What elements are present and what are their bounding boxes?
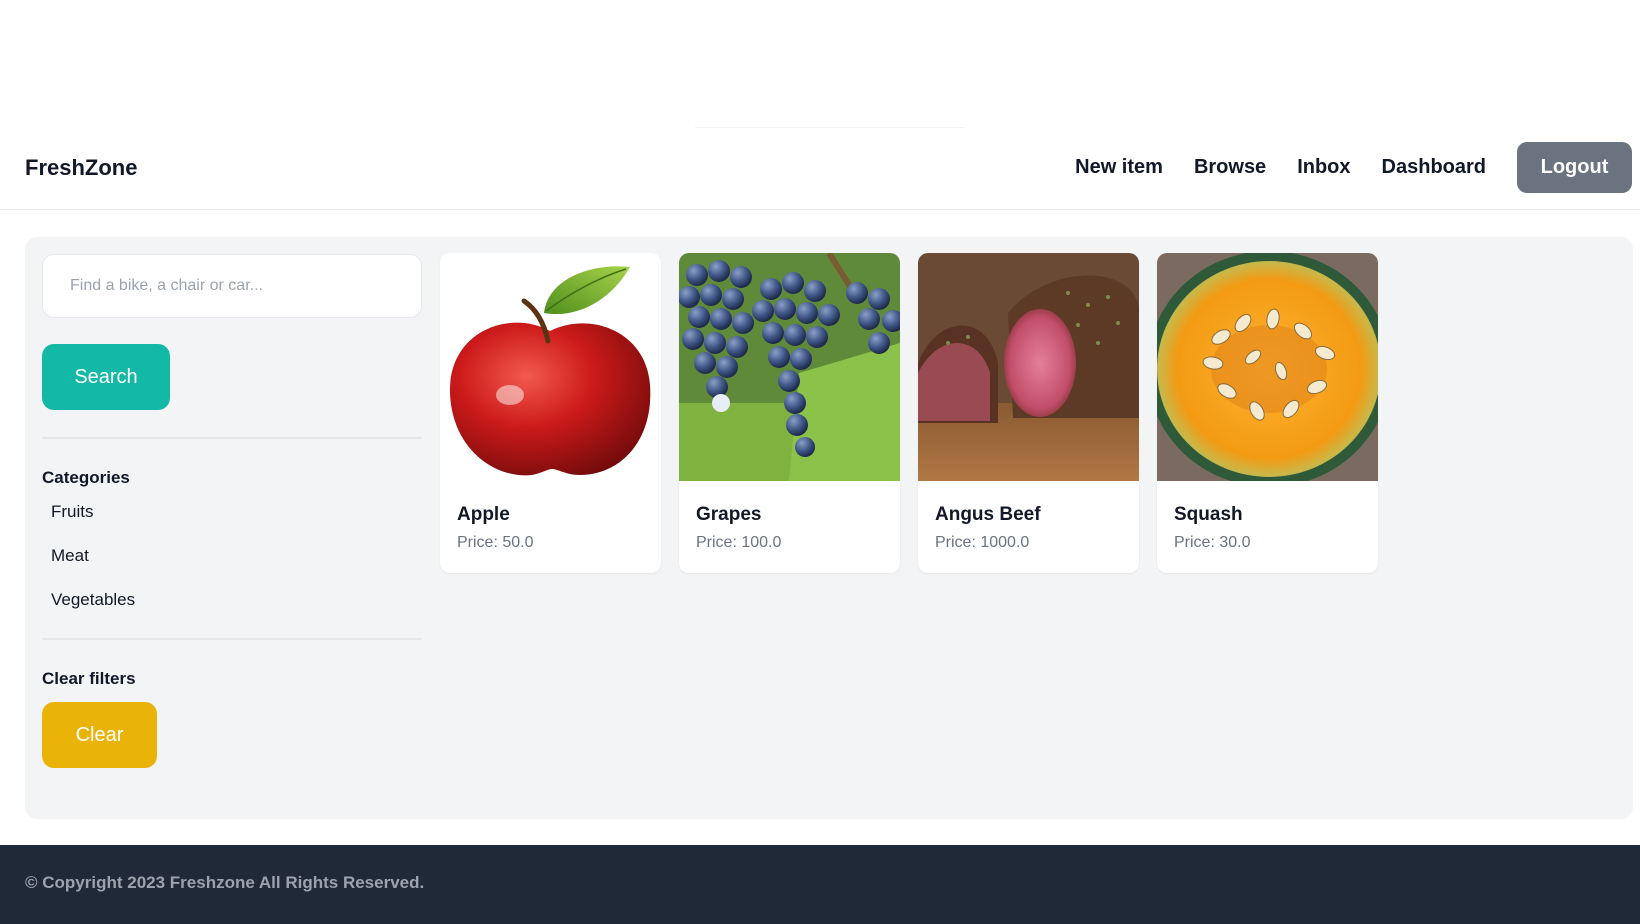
item-name: Angus Beef [935,504,1041,525]
item-price: Price: 50.0 [457,534,534,551]
nav-link-dashboard[interactable]: Dashboard [1382,156,1486,179]
footer: © Copyright 2023 Freshzone All Rights Re… [0,845,1640,924]
divider [42,437,422,439]
clear-filters-heading: Clear filters [42,669,136,688]
item-name: Squash [1174,504,1243,525]
apple-image [440,253,661,481]
copyright-text: © Copyright 2023 Freshzone All Rights Re… [25,873,425,892]
nav-link-browse[interactable]: Browse [1194,156,1266,179]
clear-button[interactable]: Clear [42,702,157,768]
logout-button[interactable]: Logout [1517,142,1632,193]
filter-sidebar: Search Categories Fruits Meat Vegetables… [42,254,422,768]
brand-logo-text[interactable]: FreshZone [25,155,137,181]
item-card-angus-beef[interactable]: Angus Beef Price: 1000.0 [918,253,1139,573]
item-price: Price: 1000.0 [935,534,1030,551]
search-input[interactable] [42,254,422,318]
search-button[interactable]: Search [42,344,170,410]
category-item-fruits[interactable]: Fruits [42,502,422,522]
item-grid: Apple Price: 50.0 Grapes Price: 100.0 An… [440,253,1396,573]
grapes-image [679,253,900,481]
item-name: Apple [457,504,510,525]
item-card-apple[interactable]: Apple Price: 50.0 [440,253,661,573]
item-name: Grapes [696,504,762,525]
navbar: FreshZone New item Browse Inbox Dashboar… [0,127,1640,210]
categories-heading: Categories [42,468,130,487]
beef-image [918,253,1139,481]
item-card-grapes[interactable]: Grapes Price: 100.0 [679,253,900,573]
top-blank-area [0,0,1640,128]
main-panel: Search Categories Fruits Meat Vegetables… [25,237,1633,819]
category-item-vegetables[interactable]: Vegetables [42,590,422,610]
category-item-meat[interactable]: Meat [42,546,422,566]
nav-link-inbox[interactable]: Inbox [1297,156,1350,179]
item-price: Price: 100.0 [696,534,782,551]
nav-links: New item Browse Inbox Dashboard Logout [1075,142,1640,193]
nav-link-new-item[interactable]: New item [1075,156,1163,179]
squash-image [1157,253,1378,481]
divider [42,638,422,640]
item-price: Price: 30.0 [1174,534,1251,551]
item-card-squash[interactable]: Squash Price: 30.0 [1157,253,1378,573]
